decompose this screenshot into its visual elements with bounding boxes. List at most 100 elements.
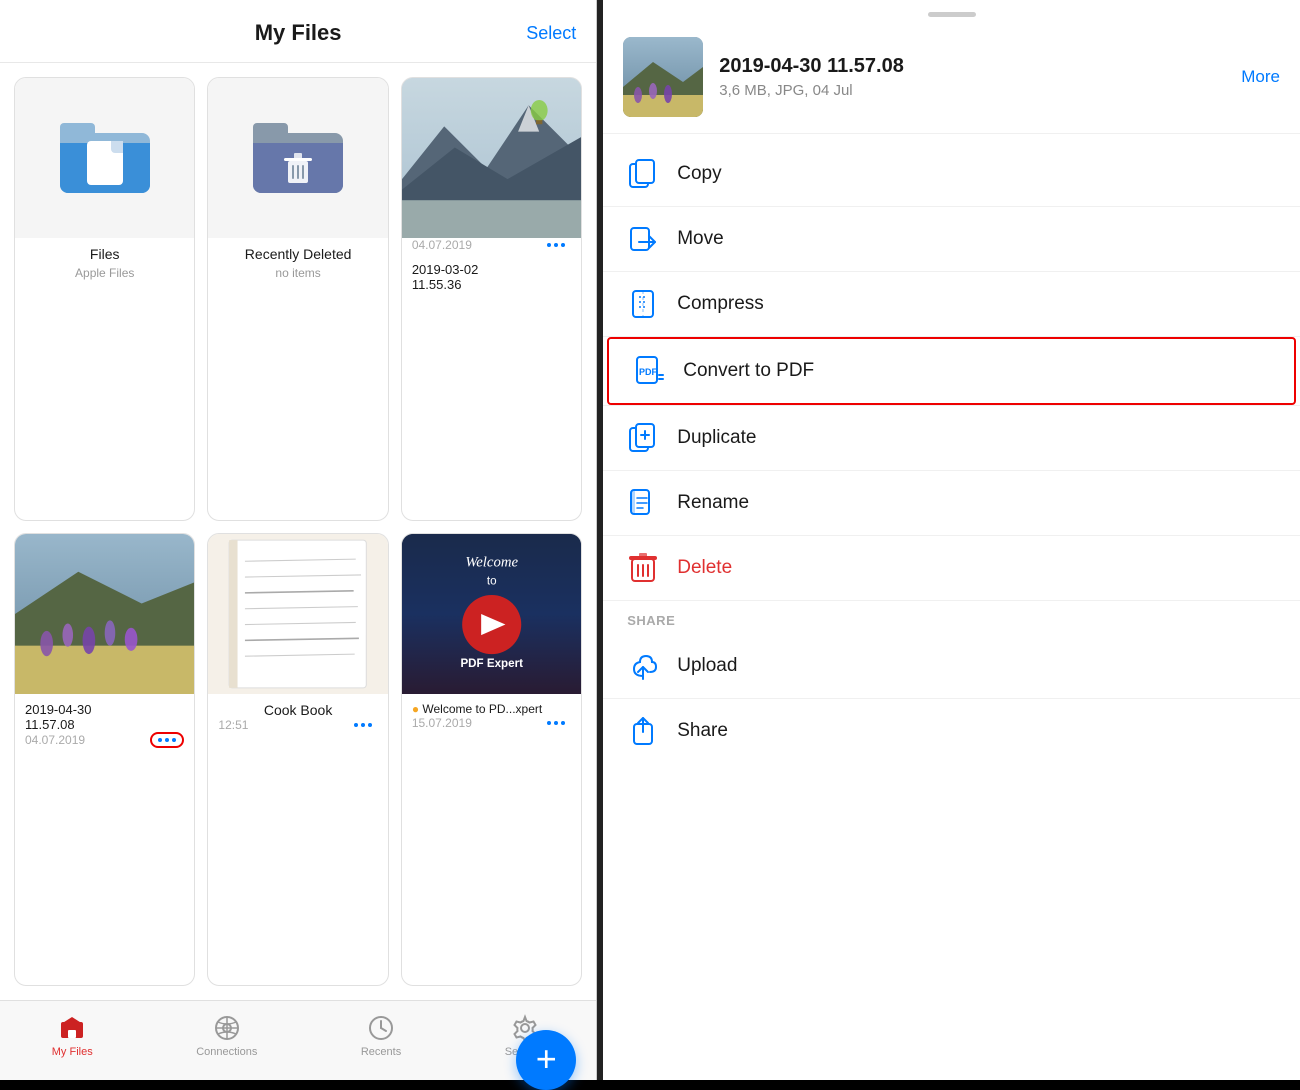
svg-text:PDF: PDF [639,367,658,377]
duplicate-icon [627,422,659,454]
dots-button-cookbook[interactable] [348,719,378,731]
file-card-photo1[interactable]: 04.07.2019 2019-03-0211.55.36 [401,77,582,521]
handle-bar [928,12,976,17]
file-card-info-cookbook: Cook Book [208,694,387,718]
nav-label-my-files: My Files [52,1046,93,1058]
file-card-pdfexpert[interactable]: Welcome to PDF Expert ● Welcome to PD...… [401,533,582,987]
file-card-bottom-cookbook: 12:51 [208,718,387,742]
nav-label-recents: Recents [361,1046,401,1058]
page-title: My Files [255,20,342,46]
dots-button-pdfexpert[interactable] [541,717,571,729]
connections-icon [213,1014,241,1042]
nav-item-recents[interactable]: Recents [361,1014,401,1058]
file-sub-files: Apple Files [25,266,184,280]
share-section-header: SHARE [603,601,1300,634]
recents-icon [367,1014,395,1042]
rename-label: Rename [677,492,749,514]
file-card-info-deleted: Recently Deleted no items [208,238,387,290]
rename-icon [627,487,659,519]
select-button[interactable]: Select [526,23,576,44]
file-thumb-photo2 [15,534,194,694]
file-card-files[interactable]: Files Apple Files [14,77,195,521]
fab-plus-icon: + [536,1041,557,1077]
file-date-pdfexpert: 15.07.2019 [412,716,472,730]
menu-item-rename[interactable]: Rename [603,471,1300,535]
file-thumbnail [623,37,703,117]
file-card-bottom-photo2: 04.07.2019 [15,732,194,758]
svg-text:PDF Expert: PDF Expert [460,656,523,669]
file-thumb-files [15,78,194,238]
convert-pdf-label: Convert to PDF [683,360,814,382]
menu-item-move[interactable]: Move [603,207,1300,271]
move-label: Move [677,228,723,250]
file-name-pdfexpert: ● Welcome to PD...xpert [412,702,571,716]
file-name-cookbook: Cook Book [218,702,377,718]
duplicate-label: Duplicate [677,427,756,449]
compress-label: Compress [677,293,764,315]
menu-item-upload[interactable]: Upload [603,634,1300,698]
file-name-deleted: Recently Deleted [218,246,377,262]
file-header: 2019-04-30 11.57.08 3,6 MB, JPG, 04 Jul … [603,25,1300,133]
nav-item-my-files[interactable]: My Files [52,1014,93,1058]
menu-item-delete[interactable]: Delete [603,536,1300,600]
trash-icon [284,153,312,185]
drag-handle [603,0,1300,25]
my-files-icon [58,1014,86,1042]
file-meta-info: 3,6 MB, JPG, 04 Jul [719,82,1225,99]
file-thumb-recently-deleted [208,78,387,238]
file-card-bottom-photo1: 04.07.2019 [402,238,581,262]
share-icon [627,715,659,747]
dots-button-photo2-highlighted[interactable] [150,732,184,748]
upload-label: Upload [677,655,737,677]
file-thumb-pdfexpert: Welcome to PDF Expert [402,534,581,694]
folder-trash-icon [253,123,343,193]
file-meta: 2019-04-30 11.57.08 3,6 MB, JPG, 04 Jul [719,55,1225,99]
file-card-recently-deleted[interactable]: Recently Deleted no items [207,77,388,521]
menu-item-convert-to-pdf[interactable]: PDF Convert to PDF [607,337,1296,405]
bottom-nav: My Files Connections Recents [0,1000,596,1080]
menu-item-duplicate[interactable]: Duplicate [603,406,1300,470]
compress-icon [627,288,659,320]
files-grid: Files Apple Files [0,63,596,1000]
nav-label-connections: Connections [196,1046,257,1058]
upload-icon [627,650,659,682]
svg-text:to: to [487,574,497,587]
delete-icon [627,552,659,584]
file-card-info-files: Files Apple Files [15,238,194,290]
menu-item-share[interactable]: Share [603,699,1300,763]
file-date-cookbook: 12:51 [218,718,248,732]
file-thumb-photo1 [402,78,581,238]
actions-menu: Copy Move [603,134,1300,771]
left-header: My Files Select [0,0,596,63]
file-card-info-pdfexpert: ● Welcome to PD...xpert [402,694,581,716]
left-panel: My Files Select Files Apple Files [0,0,597,1080]
file-name-photo2: 2019-04-3011.57.08 [25,702,184,732]
file-date-photo1: 04.07.2019 [412,238,472,252]
more-button[interactable]: More [1241,67,1280,87]
dots-button-photo1[interactable] [541,239,571,251]
move-icon [627,223,659,255]
menu-item-compress[interactable]: Compress [603,272,1300,336]
nav-item-connections[interactable]: Connections [196,1014,257,1058]
file-sub-deleted: no items [218,266,377,280]
file-card-info-photo2: 2019-04-3011.57.08 [15,694,194,732]
file-card-info-photo1: 2019-03-0211.55.36 [402,262,581,292]
file-thumb-cookbook [208,534,387,694]
share-label: Share [677,720,728,742]
menu-item-copy[interactable]: Copy [603,142,1300,206]
add-fab-button[interactable]: + [516,1030,576,1090]
copy-label: Copy [677,163,721,185]
svg-text:Welcome: Welcome [465,554,518,570]
copy-icon [627,158,659,190]
file-card-photo2[interactable]: 2019-04-3011.57.08 04.07.2019 [14,533,195,987]
right-panel: 2019-04-30 11.57.08 3,6 MB, JPG, 04 Jul … [603,0,1300,1080]
folder-blue-icon [60,123,150,193]
file-card-bottom-pdfexpert: 15.07.2019 [402,716,581,740]
file-date-photo2: 04.07.2019 [25,733,85,747]
file-card-cookbook[interactable]: Cook Book 12:51 [207,533,388,987]
file-name-files: Files [25,246,184,262]
file-name-photo1: 2019-03-0211.55.36 [412,262,571,292]
delete-label: Delete [677,557,732,579]
file-meta-name: 2019-04-30 11.57.08 [719,55,1225,78]
convert-pdf-icon: PDF [633,355,665,387]
